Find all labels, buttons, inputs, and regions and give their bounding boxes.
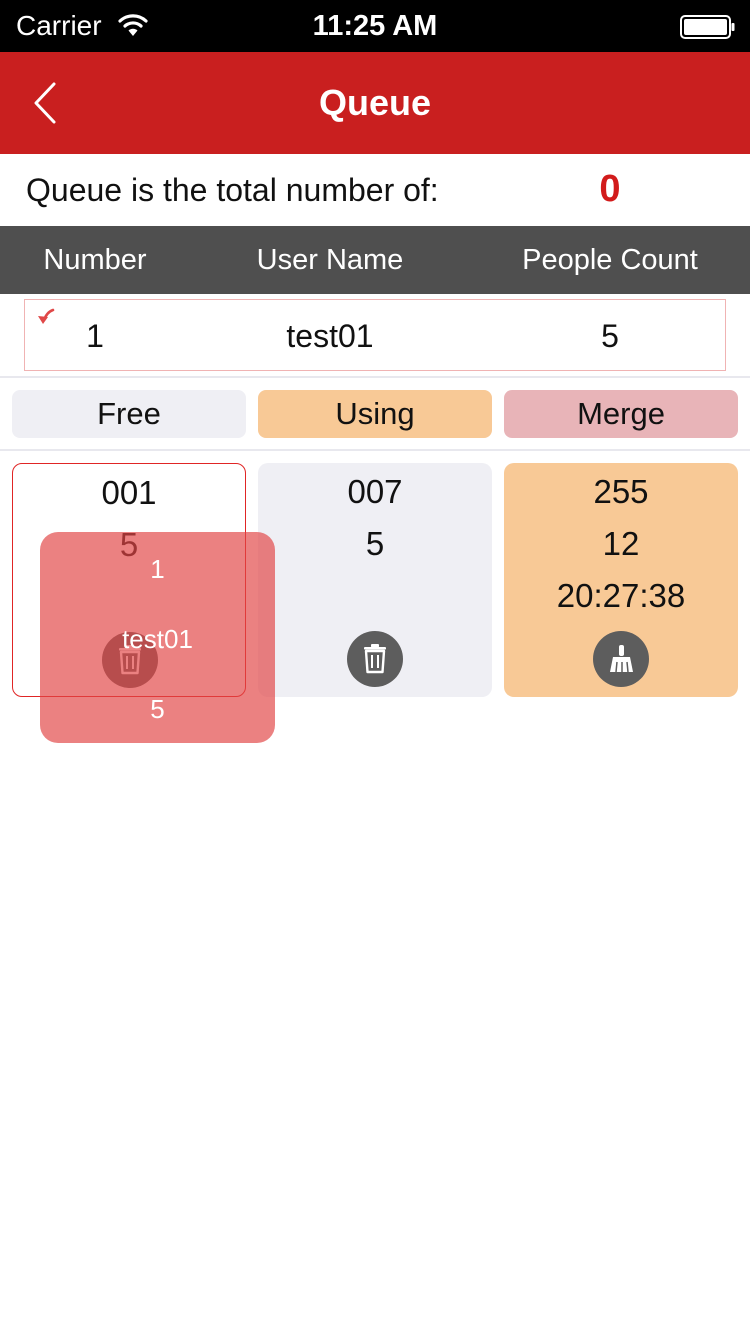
table-card-255[interactable]: 255 12 20:27:38 [504,463,738,697]
dragged-item-number: 1 [150,554,165,584]
return-arrow-icon [38,308,55,324]
divider [0,376,750,378]
divider [0,449,750,451]
battery-icon [680,15,735,39]
status-bar: Carrier 11:25 AM [0,0,750,52]
queue-row[interactable]: 1 test01 5 [24,299,726,371]
card-number: 255 [593,473,649,510]
column-header-number: Number [43,244,147,276]
nav-bar: Queue [0,52,750,154]
table-header: Number User Name People Count [0,226,750,294]
queue-total-label: Queue is the total number of: [26,172,439,208]
queue-row-number: 1 [86,318,104,354]
broom-icon[interactable] [593,631,649,687]
table-card-007[interactable]: 007 5 [258,463,492,697]
queue-row-people-count: 5 [601,318,619,354]
page-title: Queue [318,82,432,123]
card-people-count: 12 [602,525,640,562]
queue-row-user-name: test01 [286,318,374,354]
dragged-queue-item[interactable]: 1 test01 5 [40,532,275,743]
dragged-item-user-name: test01 [122,624,193,654]
card-number: 007 [347,473,403,510]
trash-icon[interactable] [347,631,403,687]
card-time: 20:27:38 [556,577,686,614]
card-number: 001 [101,474,157,511]
column-header-people-count: People Count [522,244,698,276]
tab-merge[interactable]: Merge [504,390,738,438]
card-people-count: 5 [365,525,385,562]
status-time: 11:25 AM [312,10,438,42]
column-header-user-name: User Name [256,244,404,276]
queue-total-row: Queue is the total number of: 0 [0,154,750,226]
dragged-item-people-count: 5 [150,694,165,724]
tab-using[interactable]: Using [258,390,492,438]
queue-total-value: 0 [599,168,621,210]
tab-free[interactable]: Free [12,390,246,438]
